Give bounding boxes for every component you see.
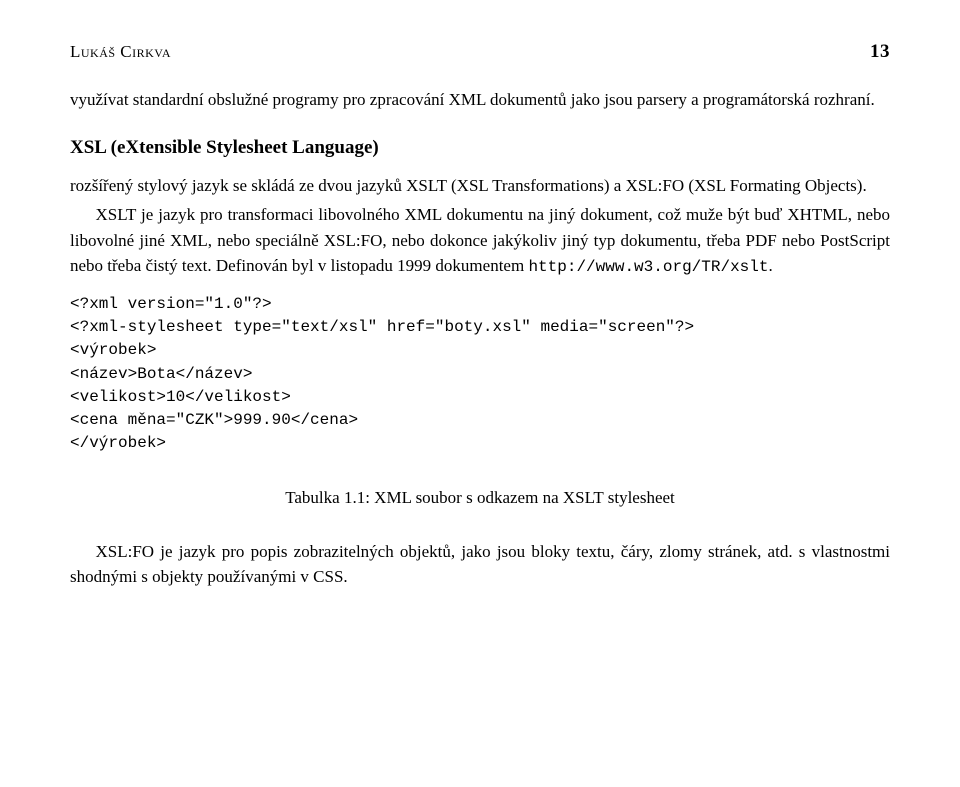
page-header: Lukáš Cirkva 13 (70, 38, 890, 67)
paragraph-2: XSLT je jazyk pro transformaci libovolné… (70, 202, 890, 279)
code-line-6: <cena měna="CZK">999.90</cena> (70, 411, 358, 429)
url-text: http://www.w3.org/TR/xslt (528, 258, 768, 276)
section-title: XSL (eXtensible Stylesheet Language) (70, 134, 890, 163)
table-caption: Tabulka 1.1: XML soubor s odkazem na XSL… (70, 485, 890, 511)
code-line-7: </výrobek> (70, 434, 166, 452)
code-line-5: <velikost>10</velikost> (70, 388, 291, 406)
paragraph-1: rozšířený stylový jazyk se skládá ze dvo… (70, 173, 890, 199)
code-line-3: <výrobek> (70, 341, 156, 359)
paragraph-2-end: . (768, 256, 772, 275)
header-author: Lukáš Cirkva (70, 39, 171, 65)
code-listing: <?xml version="1.0"?> <?xml-stylesheet t… (70, 293, 890, 455)
code-line-2: <?xml-stylesheet type="text/xsl" href="b… (70, 318, 694, 336)
code-line-4: <název>Bota</název> (70, 365, 252, 383)
paragraph-3: XSL:FO je jazyk pro popis zobrazitelných… (70, 539, 890, 590)
code-line-1: <?xml version="1.0"?> (70, 295, 272, 313)
page-number: 13 (870, 38, 890, 67)
intro-paragraph: využívat standardní obslužné programy pr… (70, 87, 890, 113)
